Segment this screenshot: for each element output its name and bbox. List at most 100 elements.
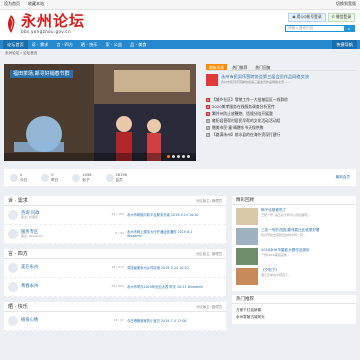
stat-yesterday: 0 昨日 <box>41 173 58 182</box>
section-header[interactable]: 晒 · 快乐 分区版主: 管理员 <box>4 302 226 312</box>
site-header: 永州论坛 bbs.yongzhou.gov.cn ◉ 用QQ帐号登录 ✆ 微信登… <box>0 10 360 40</box>
slider-dots <box>167 155 190 158</box>
wechat-icon: ✆ <box>331 14 335 19</box>
featured-thumbnail <box>236 268 258 285</box>
slider-dot[interactable] <box>187 155 190 158</box>
calendar-icon <box>10 173 18 182</box>
newest-member-link[interactable]: 最新会员 <box>336 175 350 179</box>
wide-mode-link[interactable]: 切换到宽版 <box>336 1 356 7</box>
quick-nav-button[interactable]: 快捷导航 <box>332 40 357 49</box>
headline-summary: 永州市民同乐营跨协会第三届会员作品网络交流…… <box>221 80 291 85</box>
search-box: 请输入搜索内容 ⌕ <box>285 25 355 32</box>
forum-count: 22 / 155 <box>111 212 124 217</box>
logo[interactable]: 永州论坛 bbs.yongzhou.gov.cn <box>4 13 85 34</box>
slider-dot[interactable] <box>177 155 180 158</box>
tab-latest[interactable]: 最新发表 <box>206 64 228 70</box>
forum-row[interactable]: 服务专区 版主: Wxadmin 6 / 41 永州市网上服务大厅开通运营通知 2… <box>4 225 226 244</box>
image-slider[interactable]: 福田茶场,邮寻好销春节群 <box>4 64 196 161</box>
list-item[interactable]: 5 赠美市民'童'晴赠东书天保供贿 <box>206 124 356 131</box>
nav-share[interactable]: 晒 · 快乐 <box>77 40 102 49</box>
forum-name[interactable]: 青春永州 <box>21 284 38 289</box>
list-item[interactable]: 6 【路满永州】前水县的在海外资深打建行 <box>206 131 356 138</box>
forum-row[interactable]: 咨询 问政 版主: 管理员 22 / 155 永州市网络问政平台服务升级 2019… <box>4 206 226 225</box>
forum-icon <box>8 263 18 273</box>
list-item[interactable]: 永州零陵古城风光 <box>236 314 352 321</box>
forum-row[interactable]: 青春永州 56 / 292 永州市举办2019年创业大赛 昨天 10:27 Wx… <box>4 278 226 297</box>
nav-public[interactable]: 家 · 公益 <box>101 40 126 49</box>
slider-caption[interactable]: 福田茶场,邮寻好销春节群 <box>10 70 73 78</box>
section-header[interactable]: 言 · 四方 分区版主: 管理员 <box>4 249 226 259</box>
qq-login-label: 用QQ帐号登录 <box>296 14 322 19</box>
featured-item[interactable]: 鸭子也够爱吃了 王阳一号: 是五彩大鸭可以到处都吃... <box>236 208 352 225</box>
site-title: 永州论坛 <box>21 12 86 30</box>
stats-bar: 0 今日 0 昨日 1056 帖子 28196 会员 最新会员 <box>4 169 356 186</box>
forum-last-post[interactable]: 永州市网上服务大厅开通运营通知 2019-6-1 Wxadmin <box>127 230 207 239</box>
nav-home[interactable]: 论坛首页 <box>3 40 28 49</box>
wechat-login-label: 微信登录 <box>335 14 351 19</box>
forum-sections: 诉 · 需求 分区版主: 管理员 咨询 问政 版主: 管理员 22 / 155 永州… <box>4 196 226 336</box>
forum-section: 诉 · 需求 分区版主: 管理员 咨询 问政 版主: 管理员 22 / 155 永州… <box>4 196 226 244</box>
hot-headline[interactable]: 永州市民同乐营跨协会第三届会员作品网络交流 永州市民同乐营跨协会第三届会员作品网… <box>206 74 356 96</box>
featured-item[interactable]: 《夕阳下》 湘江东岸边夕阳西下... <box>236 268 352 285</box>
forum-last-post[interactable]: 永州市网络问政平台服务升级 2019-5-24 10:20 <box>127 213 207 217</box>
section-header[interactable]: 诉 · 需求 分区版主: 管理员 <box>4 196 226 206</box>
forum-section: 晒 · 快乐 分区版主: 管理员 植快心情 18 / 97 今日晒晒我家的小宝贝 … <box>4 302 226 331</box>
wechat-login-button[interactable]: ✆ 微信登录 <box>327 13 355 22</box>
featured-thumbnail <box>236 228 258 245</box>
featured-thumbnail <box>236 248 258 265</box>
slider-dot[interactable] <box>167 155 170 158</box>
list-item[interactable]: 2 2020美孝服务在线服务调查分析宣传 <box>206 103 356 110</box>
stat-members: 28196 会员 <box>105 173 127 182</box>
list-item[interactable]: 4 雍阳县营帮村居民早帮的文化活动活动组 <box>206 117 356 124</box>
qq-login-button[interactable]: ◉ 用QQ帐号登录 <box>288 13 326 22</box>
breadcrumb: 永州论坛 › 论坛首页 <box>5 51 38 55</box>
hot-tabs: 最新发表 热门推荐 热门回复 <box>206 64 356 71</box>
tab-recommended[interactable]: 热门推荐 <box>229 64 250 70</box>
featured-box: 鸭子也够爱吃了 王阳一号: 是五彩大鸭可以到处都吃... 三亚一号的花园,跟邻居比… <box>232 205 356 291</box>
list-item[interactable]: 3 腾并州防止放鞭炮、悟镜分陪开展整 <box>206 110 356 117</box>
forum-last-post[interactable]: 永州市举办2019年创业大赛 昨天 10:27 Wxadmin <box>127 285 207 289</box>
forum-moderator: 版主: Wxadmin <box>21 233 44 238</box>
featured-item[interactable]: 2018永州市摄影大赛作品赏析 一份2018美丽画卷... <box>236 248 352 265</box>
forum-icon <box>8 282 18 292</box>
search-input[interactable]: 请输入搜索内容 <box>286 26 344 31</box>
forum-count: 56 / 292 <box>111 284 124 289</box>
hot-recommend-header: 热门推荐 <box>232 295 356 304</box>
forum-last-post[interactable]: 今日晒晒我家的小宝贝 2019-7-4 17:00 <box>127 319 207 323</box>
featured-item[interactable]: 三亚一号的花园,跟邻居比比谁更好看 吃过早饭去家附近的地方转一转... <box>236 228 352 245</box>
forum-section: 言 · 四方 分区版主: 管理员 美在永州 48 / 217 寻找最美永州乡村民宿… <box>4 249 226 297</box>
slider-dot[interactable] <box>182 155 185 158</box>
list-item[interactable]: 万家千红迎新春 <box>236 307 352 314</box>
set-homepage-link[interactable]: 设为首页 <box>4 1 20 7</box>
forum-name[interactable]: 植快心情 <box>21 318 38 323</box>
forum-last-post[interactable]: 寻找最美永州乡村民宿 2019-5-24 10:20 <box>127 266 207 270</box>
tab-hot-replies[interactable]: 热门回复 <box>252 64 273 70</box>
headline-thumbnail <box>206 74 218 86</box>
nav-speak[interactable]: 言 · 四方 <box>52 40 77 49</box>
featured-thumbnail <box>236 208 258 225</box>
right-sidebar: 精彩回顾 鸭子也够爱吃了 王阳一号: 是五彩大鸭可以到处都吃... 三亚一号的花园… <box>232 196 356 328</box>
forum-row[interactable]: 植快心情 18 / 97 今日晒晒我家的小宝贝 2019-7-4 17:00 <box>4 312 226 331</box>
top-bar: 设为首页 收藏本站 切换到宽版 <box>0 0 360 10</box>
forum-icon <box>8 210 18 220</box>
search-button[interactable]: ⌕ <box>344 26 354 31</box>
stat-posts: 1056 帖子 <box>72 173 92 182</box>
forum-name[interactable]: 美在永州 <box>21 265 38 270</box>
main-nav: 论坛首页 诉 · 需求 言 · 四方 晒 · 快乐 家 · 公益 品 · 美食 … <box>0 40 360 49</box>
featured-header: 精彩回顾 <box>232 196 356 205</box>
forum-moderator: 版主: 管理员 <box>21 214 38 219</box>
list-item[interactable]: 1 【城乡社区】零陵工作一大批基层区一线群综 <box>206 96 356 103</box>
stat-today: 0 今日 <box>10 173 27 182</box>
nav-food[interactable]: 品 · 美食 <box>126 40 151 49</box>
forum-icon <box>8 229 18 239</box>
hot-topics-panel: 最新发表 热门推荐 热门回复 永州市民同乐营跨协会第三届会员作品网络交流 永州市… <box>206 64 356 161</box>
forum-count: 48 / 217 <box>111 265 124 270</box>
nav-demand[interactable]: 诉 · 需求 <box>28 40 53 49</box>
search-icon: ⌕ <box>347 26 351 31</box>
qq-icon: ◉ <box>292 14 296 19</box>
slider-dot[interactable] <box>172 155 175 158</box>
headline-title[interactable]: 永州市民同乐营跨协会第三届会员作品网络交流 <box>221 74 309 79</box>
slider-image <box>4 64 196 161</box>
bookmark-link[interactable]: 收藏本站 <box>28 1 44 7</box>
forum-row[interactable]: 美在永州 48 / 217 寻找最美永州乡村民宿 2019-5-24 10:20 <box>4 259 226 278</box>
